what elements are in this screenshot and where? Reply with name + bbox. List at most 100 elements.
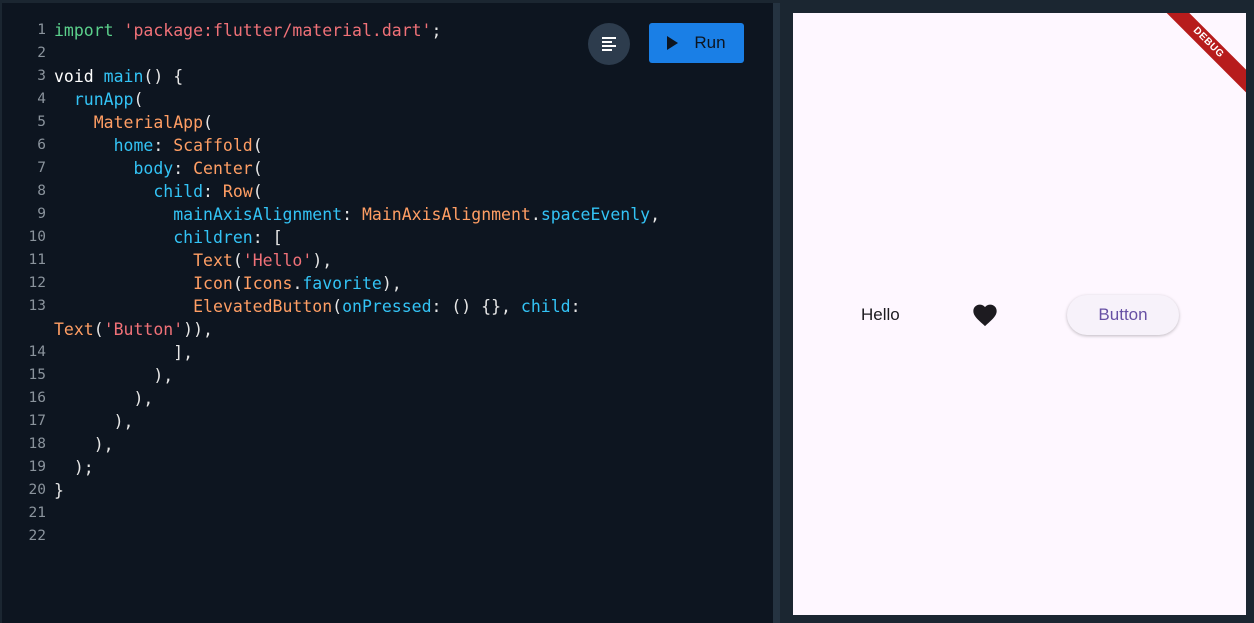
line-number: 11 <box>28 252 46 268</box>
line-number: 21 <box>28 505 46 521</box>
code-token: Icon <box>193 274 233 293</box>
code-token: MaterialApp <box>93 113 204 132</box>
code-line[interactable]: 19 ); <box>2 456 773 479</box>
code-token: ; <box>431 21 442 40</box>
code-area[interactable]: 1 import 'package:flutter/material.dart';… <box>2 19 773 548</box>
code-line[interactable]: 18 ), <box>2 433 773 456</box>
format-code-button[interactable] <box>588 23 630 65</box>
code-line[interactable]: 10 children: [ <box>2 226 773 249</box>
code-line[interactable]: 3 void main() { <box>2 65 773 88</box>
line-number: 5 <box>37 114 46 130</box>
code-line[interactable]: 16 ), <box>2 387 773 410</box>
line-content: import 'package:flutter/material.dart'; <box>54 19 441 42</box>
line-content: Text('Hello'), <box>54 249 332 272</box>
code-token: ( <box>232 251 243 270</box>
line-content: void main() { <box>54 65 183 88</box>
code-token: Text <box>54 320 94 339</box>
line-number: 12 <box>28 275 46 291</box>
code-token: ( <box>203 113 213 132</box>
line-content: MaterialApp( <box>54 111 213 134</box>
code-line[interactable]: 11 Text('Hello'), <box>2 249 773 272</box>
code-token: ), <box>93 435 114 454</box>
line-content: } <box>54 479 64 502</box>
code-token: : <box>173 159 194 178</box>
code-token: 'Button' <box>103 320 184 339</box>
code-line[interactable]: 9 mainAxisAlignment: MainAxisAlignment.s… <box>2 203 773 226</box>
code-token: Icons <box>242 274 293 293</box>
code-line[interactable]: 15 ), <box>2 364 773 387</box>
line-number: 20 <box>28 482 46 498</box>
line-content: ), <box>54 387 153 410</box>
line-number: 7 <box>37 160 46 176</box>
code-token: , <box>650 205 661 224</box>
line-number: 9 <box>37 206 46 222</box>
code-line[interactable]: 12 Icon(Icons.favorite), <box>2 272 773 295</box>
code-token: ( <box>252 136 263 155</box>
code-token: Scaffold <box>173 136 253 155</box>
code-token: favorite <box>302 274 382 293</box>
code-token: 'Hello' <box>242 251 313 270</box>
code-token: void <box>54 67 104 86</box>
code-line[interactable]: 7 body: Center( <box>2 157 773 180</box>
run-button-label: Run <box>694 33 726 52</box>
code-token: : <box>203 182 223 201</box>
line-number: 2 <box>37 45 46 61</box>
code-token: : () {}, <box>431 297 521 316</box>
code-line[interactable]: Text('Button')), <box>2 318 773 341</box>
code-token: Text <box>193 251 233 270</box>
code-line[interactable]: 17 ), <box>2 410 773 433</box>
code-token: home <box>113 136 154 155</box>
run-button[interactable]: Run <box>649 23 744 63</box>
line-content: ), <box>54 433 114 456</box>
code-token: ), <box>133 389 154 408</box>
code-line[interactable]: 4 runApp( <box>2 88 773 111</box>
code-token: ), <box>381 274 402 293</box>
line-content: mainAxisAlignment: MainAxisAlignment.spa… <box>54 203 660 226</box>
code-editor[interactable]: 1 import 'package:flutter/material.dart';… <box>2 3 773 623</box>
code-token: child <box>153 182 204 201</box>
code-token: : [ <box>252 228 283 247</box>
split-divider[interactable] <box>773 3 780 623</box>
line-content: body: Center( <box>54 157 263 180</box>
code-line[interactable]: 20} <box>2 479 773 502</box>
code-token: body <box>133 159 174 178</box>
line-content: ), <box>54 410 134 433</box>
line-number: 16 <box>28 390 46 406</box>
code-token: onPressed <box>342 297 432 316</box>
line-content: ), <box>54 364 173 387</box>
code-token: ElevatedButton <box>193 297 333 316</box>
code-token: : <box>342 205 362 224</box>
code-line[interactable]: 22 <box>2 525 773 548</box>
code-line[interactable]: 21 <box>2 502 773 525</box>
code-token: runApp <box>73 90 134 109</box>
code-line[interactable]: 5 MaterialApp( <box>2 111 773 134</box>
hello-text: Hello <box>861 305 900 324</box>
code-line[interactable]: 14 ], <box>2 341 773 364</box>
code-token: ( <box>93 320 104 339</box>
code-token: 'package:flutter/material.dart' <box>123 21 432 40</box>
code-line[interactable]: 6 home: Scaffold( <box>2 134 773 157</box>
code-token: ( <box>252 159 263 178</box>
line-number: 3 <box>37 68 46 84</box>
elevated-button-label: Button <box>1098 305 1148 324</box>
code-token: : <box>153 136 174 155</box>
code-token: MainAxisAlignment <box>361 205 531 224</box>
line-number: 15 <box>28 367 46 383</box>
code-line[interactable]: 13 ElevatedButton(onPressed: () {}, chil… <box>2 295 773 318</box>
code-token: ( <box>252 182 263 201</box>
line-number: 6 <box>37 137 46 153</box>
elevated-button[interactable]: Button <box>1067 295 1179 335</box>
line-number: 14 <box>28 344 46 360</box>
code-line[interactable]: 8 child: Row( <box>2 180 773 203</box>
code-token: ), <box>113 412 134 431</box>
code-token: () { <box>143 67 184 86</box>
code-token: mainAxisAlignment <box>173 205 343 224</box>
